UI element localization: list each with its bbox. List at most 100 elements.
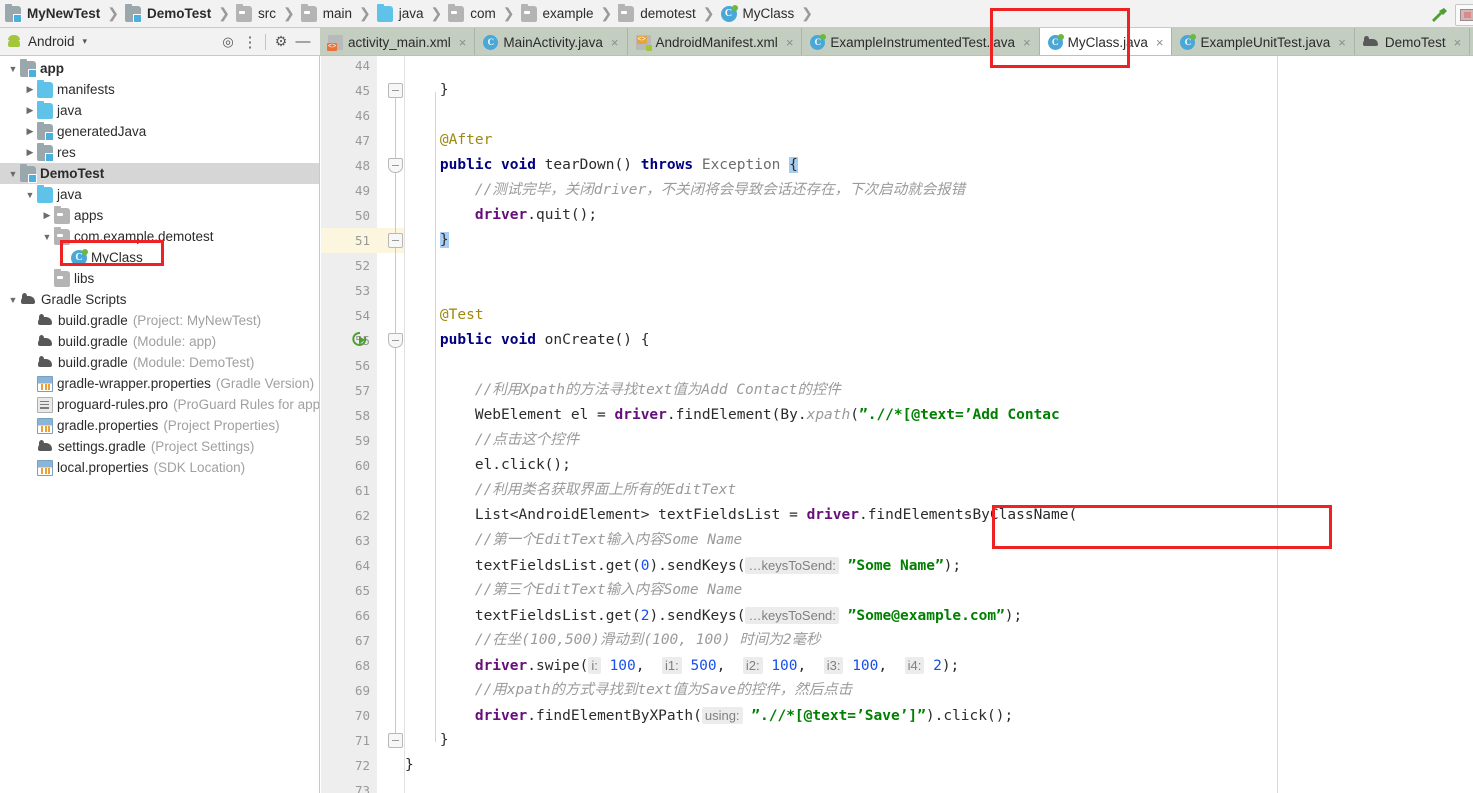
tree-node-local.properties[interactable]: local.properties (SDK Location): [0, 457, 319, 478]
breadcrumb-item-example[interactable]: example: [520, 0, 597, 28]
tree-node-settings.gradle[interactable]: settings.gradle (Project Settings): [0, 436, 319, 457]
editor-tab-exampleunittest-java[interactable]: C ExampleUnitTest.java ×: [1172, 28, 1355, 55]
fold-marker-line-55[interactable]: [388, 333, 403, 348]
tree-node-build.gradle[interactable]: build.gradle (Module: DemoTest): [0, 352, 319, 373]
tree-node-java[interactable]: ▶ java: [0, 100, 319, 121]
tree-expand-arrow[interactable]: ▼: [40, 232, 54, 242]
tab-close-icon[interactable]: ×: [611, 35, 619, 50]
tree-expand-arrow[interactable]: ▶: [23, 126, 37, 137]
fold-marker-line-71[interactable]: [388, 733, 403, 748]
tree-node-build.gradle[interactable]: build.gradle (Project: MyNewTest): [0, 310, 319, 331]
gear-icon[interactable]: ⚙: [270, 31, 292, 53]
editor-tab-androidmanifest-xml[interactable]: AndroidManifest.xml ×: [627, 28, 803, 55]
tree-expand-arrow[interactable]: ▶: [23, 147, 37, 158]
line-number: 69: [354, 683, 370, 698]
editor-tab-myclass-java[interactable]: C MyClass.java ×: [1039, 28, 1173, 55]
tab-close-icon[interactable]: ×: [786, 35, 794, 50]
breadcrumb-item-label: DemoTest: [147, 6, 212, 21]
code-editor[interactable]: 4445464748495051525354555657585960616263…: [321, 56, 1473, 793]
tab-close-icon[interactable]: ×: [1338, 35, 1346, 50]
editor-tab-demotest[interactable]: DemoTest ×: [1354, 28, 1471, 55]
android-icon: [6, 34, 22, 50]
tab-close-icon[interactable]: ×: [1454, 35, 1462, 50]
tab-close-icon[interactable]: ×: [1023, 35, 1031, 50]
package-icon: [54, 226, 70, 245]
breadcrumb-item-main[interactable]: main: [300, 0, 355, 28]
tree-node-meta: (Module: app): [132, 334, 217, 349]
tree-node-manifests[interactable]: ▶ manifests: [0, 79, 319, 100]
collapse-all-icon[interactable]: ⋮: [239, 31, 261, 53]
toolbar-divider: [265, 33, 266, 50]
fold-region-line: [395, 92, 396, 742]
editor-tab-label: ExampleInstrumentedTest.java: [830, 34, 1015, 50]
code-line: //利用类名获取界面上所有的EditText: [474, 482, 737, 498]
tree-expand-arrow[interactable]: ▼: [6, 169, 20, 179]
code-line: //第一个EditText输入内容Some Name: [474, 532, 743, 548]
line-number: 66: [354, 608, 370, 623]
tree-node-label: Gradle Scripts: [41, 292, 127, 307]
tree-node-com.example.demotest[interactable]: ▼ com.example.demotest: [0, 226, 319, 247]
build-hammer-icon[interactable]: [1429, 7, 1449, 23]
fold-marker-line-48[interactable]: [388, 158, 403, 173]
breadcrumb-item-src[interactable]: src: [235, 0, 279, 28]
code-text-area[interactable]: } @After public void tearDown() throws E…: [405, 56, 1473, 793]
tree-expand-arrow[interactable]: ▶: [23, 84, 37, 95]
tree-node-myclass[interactable]: C MyClass: [0, 247, 319, 268]
tree-node-label: java: [57, 103, 82, 118]
editor-tab-mainactivity-java[interactable]: C MainActivity.java ×: [475, 28, 628, 55]
breadcrumb-item-com[interactable]: com: [447, 0, 499, 28]
code-line: //测试完毕，关闭driver，不关闭将会导致会话还存在，下次启动就会报错: [474, 182, 966, 198]
breadcrumb-item-label: MyClass: [742, 6, 795, 21]
editor-tab-exampleinstrumentedtest-java[interactable]: C ExampleInstrumentedTest.java ×: [802, 28, 1040, 55]
right-margin-guide: [1277, 56, 1278, 793]
tree-node-libs[interactable]: libs: [0, 268, 319, 289]
tab-close-icon[interactable]: ×: [1156, 35, 1164, 50]
tree-expand-arrow[interactable]: ▼: [23, 190, 37, 200]
tree-node-meta: (Project: MyNewTest): [132, 313, 262, 328]
tree-node-build.gradle[interactable]: build.gradle (Module: app): [0, 331, 319, 352]
code-line: //第三个EditText输入内容Some Name: [474, 582, 743, 598]
tool-window-title: Android: [28, 34, 75, 49]
breadcrumb-item-myclass[interactable]: C MyClass: [720, 0, 798, 28]
sync-project-icon[interactable]: [1455, 4, 1473, 26]
tree-node-gradle.properties[interactable]: gradle.properties (Project Properties): [0, 415, 319, 436]
editor-tab-label: activity_main.xml: [348, 34, 451, 50]
minimize-icon[interactable]: —: [292, 31, 314, 53]
fold-marker-line-45[interactable]: [388, 83, 403, 98]
breadcrumb-item-demotest[interactable]: demotest: [617, 0, 699, 28]
breadcrumb-item-label: com: [470, 6, 496, 21]
tree-node-gradle-scripts[interactable]: ▼ Gradle Scripts: [0, 289, 319, 310]
line-number-gutter: 4445464748495051525354555657585960616263…: [321, 56, 377, 793]
tab-close-icon[interactable]: ×: [459, 35, 467, 50]
tree-expand-arrow[interactable]: ▶: [40, 210, 54, 221]
tree-expand-arrow[interactable]: ▼: [6, 64, 20, 74]
tree-node-generatedjava[interactable]: ▶ generatedJava: [0, 121, 319, 142]
editor-tab-activity-main-xml[interactable]: activity_main.xml ×: [320, 28, 476, 55]
fold-marker-line-51[interactable]: [388, 233, 403, 248]
tree-node-res[interactable]: ▶ res: [0, 142, 319, 163]
tree-node-apps[interactable]: ▶ apps: [0, 205, 319, 226]
editor-tab-label: MyClass.java: [1067, 34, 1148, 50]
tree-expand-arrow[interactable]: ▼: [6, 295, 20, 305]
java-class-icon: C: [483, 34, 499, 50]
target-icon[interactable]: ◎: [217, 31, 239, 53]
breadcrumb-item-label: demotest: [640, 6, 696, 21]
tree-node-java[interactable]: ▼ java: [0, 184, 319, 205]
chevron-down-icon[interactable]: ▾: [83, 36, 88, 47]
breadcrumb-item-demotest[interactable]: DemoTest: [124, 0, 214, 28]
tree-node-app[interactable]: ▼ app: [0, 58, 319, 79]
tree-node-proguard-rules.pro[interactable]: proguard-rules.pro (ProGuard Rules for ap…: [0, 394, 319, 415]
breadcrumb-item-mynewtest[interactable]: MyNewTest: [4, 0, 103, 28]
code-folding-strip[interactable]: [377, 56, 427, 793]
tree-node-label: gradle.properties: [57, 418, 159, 433]
generated-icon: [37, 121, 54, 141]
code-line: //点击这个控件: [474, 432, 580, 448]
run-test-gutter-icon[interactable]: [351, 331, 369, 349]
project-tree[interactable]: ▼ app ▶ manifests ▶ java ▶ generatedJava ▶ res ▼ De…: [0, 56, 320, 793]
tree-expand-arrow[interactable]: ▶: [23, 105, 37, 116]
tree-node-demotest[interactable]: ▼ DemoTest: [0, 163, 319, 184]
editor-tab-bar[interactable]: activity_main.xml×CMainActivity.java×And…: [320, 28, 1473, 56]
text-file-icon: [37, 396, 53, 413]
tree-node-gradle-wrapper.properties[interactable]: gradle-wrapper.properties (Gradle Version…: [0, 373, 319, 394]
breadcrumb-item-java[interactable]: java: [376, 0, 427, 28]
